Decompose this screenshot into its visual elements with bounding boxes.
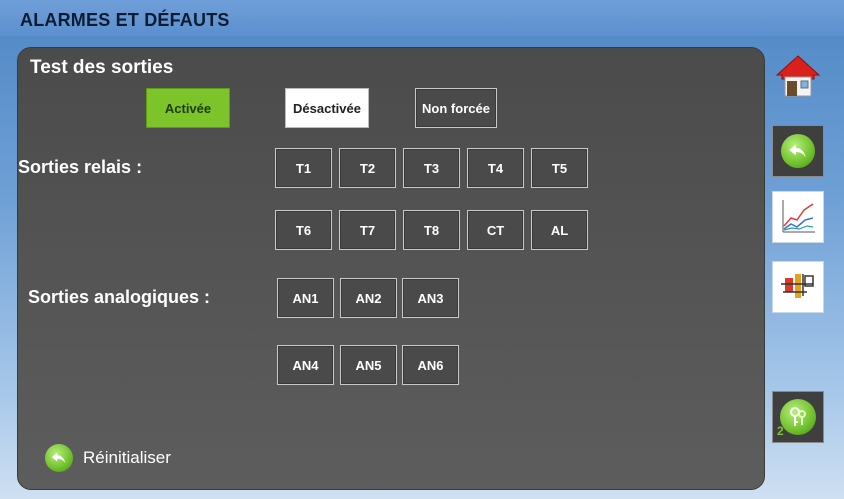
- analog-output-button[interactable]: AN4: [277, 345, 334, 385]
- analog-output-button[interactable]: AN6: [402, 345, 459, 385]
- reset-label: Réinitialiser: [83, 448, 171, 467]
- legend-activated-button[interactable]: Activée: [146, 88, 230, 128]
- reset-button[interactable]: Réinitialiser: [45, 444, 171, 472]
- analog-outputs-label: Sorties analogiques :: [28, 287, 211, 307]
- section-title: Test des sorties: [30, 57, 174, 78]
- access-level-badge: 2: [777, 424, 784, 438]
- page-title: ALARMES ET DÉFAUTS: [20, 10, 230, 30]
- line-chart-icon: [782, 200, 815, 233]
- main-panel: [17, 47, 765, 490]
- relay-output-button[interactable]: T4: [467, 148, 524, 188]
- relay-output-button[interactable]: T1: [275, 148, 332, 188]
- home-button[interactable]: [772, 50, 824, 102]
- relay-output-button[interactable]: T8: [403, 210, 460, 250]
- keys-icon: [780, 399, 816, 435]
- header-bar: ALARMES ET DÉFAUTS: [0, 0, 844, 36]
- trends-button[interactable]: [772, 191, 824, 243]
- back-arrow-icon: [781, 134, 815, 168]
- back-button[interactable]: [772, 125, 824, 177]
- back-arrow-icon: [45, 444, 73, 472]
- legend-not-forced-button[interactable]: Non forcée: [415, 88, 497, 128]
- access-level-button[interactable]: 2: [772, 391, 824, 443]
- synoptic-button[interactable]: [772, 261, 824, 313]
- analog-output-button[interactable]: AN5: [340, 345, 397, 385]
- relay-output-button[interactable]: T3: [403, 148, 460, 188]
- relay-output-button[interactable]: T6: [275, 210, 332, 250]
- hydraulic-diagram-icon: [781, 274, 814, 298]
- legend-deactivated-button[interactable]: Désactivée: [285, 88, 369, 128]
- analog-output-button[interactable]: AN2: [340, 278, 397, 318]
- relay-output-button[interactable]: T2: [339, 148, 396, 188]
- relay-output-button[interactable]: T7: [339, 210, 396, 250]
- relay-output-button[interactable]: CT: [467, 210, 524, 250]
- relay-output-button[interactable]: AL: [531, 210, 588, 250]
- relay-outputs-label: Sorties relais :: [18, 157, 143, 177]
- analog-output-button[interactable]: AN3: [402, 278, 459, 318]
- relay-output-button[interactable]: T5: [531, 148, 588, 188]
- house-icon: [775, 55, 821, 97]
- analog-output-button[interactable]: AN1: [277, 278, 334, 318]
